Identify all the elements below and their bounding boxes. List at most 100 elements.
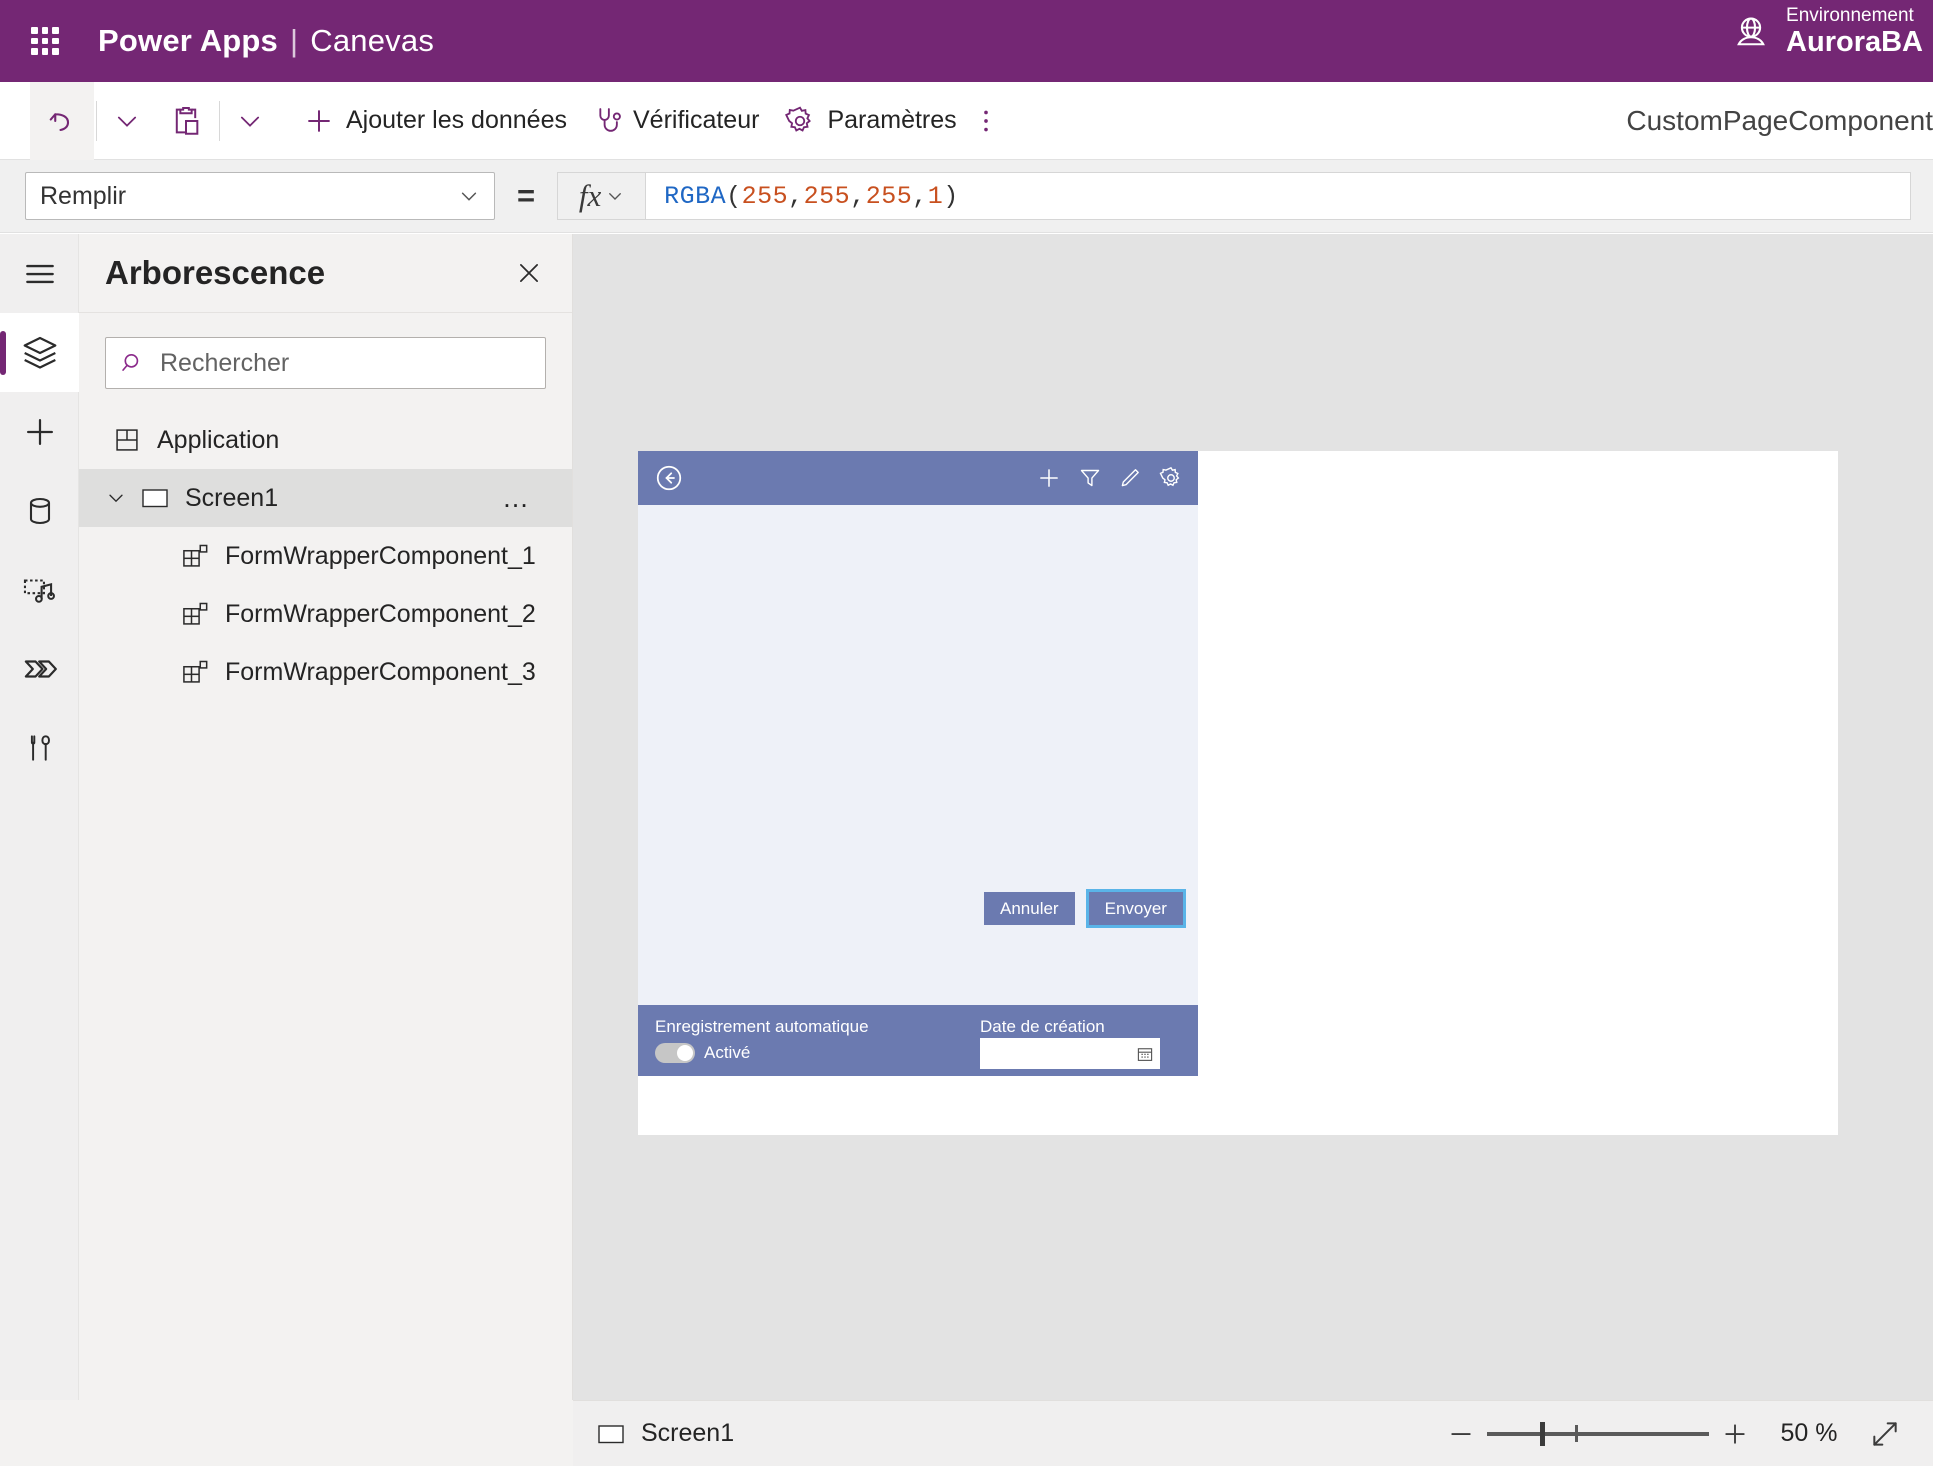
hamburger-menu-icon [25, 264, 54, 283]
page-title: Arborescence [105, 254, 326, 291]
fx-label: fx [578, 178, 602, 213]
pencil-edit-icon[interactable] [1118, 465, 1142, 491]
checker-button[interactable]: Vérificateur [579, 82, 771, 160]
formula-token-punc: , [850, 181, 866, 211]
undo-dropdown-button[interactable] [99, 82, 155, 160]
canvas-workspace[interactable]: Annuler Envoyer Enregistrement automatiq… [573, 234, 1933, 1400]
tree-item-application[interactable]: Application [79, 411, 572, 469]
layers-tree-view-icon [23, 336, 56, 369]
filter-icon[interactable] [1078, 465, 1102, 491]
tree-item-label: FormWrapperComponent_3 [225, 657, 536, 686]
plus-icon [1725, 1423, 1745, 1444]
creation-date-label: Date de création [980, 1017, 1105, 1036]
app-footer-bar: Enregistrement automatique Activé Date d… [638, 1005, 1198, 1076]
equals-sign: = [517, 178, 536, 213]
status-bar-filler [0, 1400, 573, 1466]
tree-item-formwrappercomponent-3[interactable]: FormWrapperComponent_3 [79, 643, 572, 701]
undo-icon [49, 112, 70, 131]
autosave-label: Enregistrement automatique [655, 1017, 869, 1036]
tree-item-screen1[interactable]: Screen1 … [79, 469, 572, 527]
environment-name: AuroraBA [1786, 25, 1923, 58]
gear-icon[interactable] [1158, 465, 1184, 491]
toggle-knob [677, 1045, 693, 1061]
sidebar-item-media[interactable] [0, 550, 79, 629]
power-automate-icon [24, 659, 57, 678]
brand-separator: | [290, 23, 299, 58]
brand-sub-name: Canevas [310, 23, 435, 58]
expand-diagonal-icon [1873, 1421, 1897, 1446]
plus-insert-icon [26, 418, 53, 445]
add-data-button[interactable]: Ajouter les données [290, 82, 579, 160]
component-icon [173, 542, 217, 570]
close-panel-button[interactable] [508, 252, 550, 294]
status-screen-label: Screen1 [641, 1419, 735, 1447]
plus-icon[interactable] [1036, 465, 1062, 491]
left-icon-rail [0, 234, 79, 1400]
sidebar-item-variables[interactable] [0, 708, 79, 787]
app-canvas[interactable]: Annuler Envoyer Enregistrement automatiq… [638, 451, 1838, 1135]
toolbar-divider [96, 100, 97, 141]
app-screen-body[interactable]: Annuler Envoyer [638, 451, 1198, 1005]
zoom-slider-thumb[interactable] [1540, 1421, 1545, 1446]
tree-item-overflow-button[interactable]: … [502, 485, 532, 512]
globe-icon [1737, 17, 1765, 46]
cancel-button[interactable]: Annuler [984, 892, 1075, 925]
tree-item-formwrappercomponent-1[interactable]: FormWrapperComponent_1 [79, 527, 572, 585]
back-arrow-circle-icon[interactable] [654, 463, 684, 493]
fx-button[interactable]: fx [557, 172, 646, 220]
creation-date-field[interactable] [980, 1038, 1160, 1069]
autosave-toggle[interactable] [655, 1043, 695, 1063]
property-select[interactable]: Remplir [25, 172, 495, 220]
chevron-down-icon[interactable] [99, 487, 133, 509]
variables-tools-icon [30, 734, 50, 761]
zoom-out-button[interactable] [1435, 1408, 1487, 1460]
form-action-buttons: Annuler Envoyer [984, 889, 1186, 928]
app-grid-icon [105, 426, 149, 454]
app-launcher-icon[interactable] [18, 14, 72, 68]
settings-button[interactable]: Paramètres [771, 82, 968, 160]
paste-dropdown-button[interactable] [222, 82, 278, 160]
formula-token-fn: RGBA [664, 181, 727, 211]
formula-token-punc: ) [943, 181, 959, 211]
search-input[interactable]: Rechercher [105, 337, 546, 389]
gear-icon [785, 106, 812, 132]
calendar-icon [1137, 1047, 1153, 1061]
plus-icon [308, 109, 330, 132]
paste-button[interactable] [155, 82, 217, 160]
fit-to-screen-button[interactable] [1857, 1408, 1913, 1460]
sidebar-item-insert[interactable] [0, 392, 79, 471]
sidebar-item-tree-view[interactable] [0, 313, 79, 392]
sidebar-item-data[interactable] [0, 471, 79, 550]
settings-label: Paramètres [827, 106, 957, 134]
status-screen-selector[interactable]: Screen1 [597, 1419, 734, 1448]
zoom-level-label: 50 % [1780, 1419, 1838, 1447]
tree-view-panel: Arborescence Rechercher Application Scre… [79, 234, 573, 1400]
formula-token-num: 255 [803, 181, 851, 211]
property-select-value: Remplir [40, 181, 127, 210]
formula-bar: Remplir = fx RGBA(255, 255, 255, 1) [0, 160, 1933, 233]
toolbar-overflow-button[interactable] [969, 82, 1003, 160]
environment-picker[interactable]: Environnement AuroraBA [1730, 5, 1923, 58]
tree-panel-header: Arborescence [79, 234, 572, 313]
tree-item-formwrappercomponent-2[interactable]: FormWrapperComponent_2 [79, 585, 572, 643]
hamburger-menu-button[interactable] [0, 234, 79, 313]
brand-title: Power Apps | Canevas [98, 23, 434, 59]
tree-item-label: Screen1 [185, 483, 279, 512]
command-toolbar: Ajouter les données Vérificateur Paramèt… [0, 81, 1933, 160]
submit-button[interactable]: Envoyer [1085, 889, 1186, 928]
formula-input[interactable]: RGBA(255, 255, 255, 1) [645, 172, 1911, 220]
close-icon [520, 264, 538, 282]
chevron-down-icon [461, 192, 477, 201]
zoom-in-button[interactable] [1709, 1408, 1761, 1460]
tree-item-label: FormWrapperComponent_2 [225, 599, 536, 628]
undo-button[interactable] [30, 81, 94, 160]
sidebar-item-power-automate[interactable] [0, 629, 79, 708]
top-brand-bar: Power Apps | Canevas Environnement AuroraB… [0, 0, 1933, 82]
status-bar: Screen1 50 % [573, 1400, 1933, 1466]
toolbar-divider-2 [219, 100, 220, 141]
zoom-slider[interactable] [1487, 1408, 1709, 1460]
database-data-icon [29, 497, 50, 524]
minus-icon [1451, 1432, 1471, 1435]
screen-rect-icon [133, 486, 177, 510]
formula-token-num: 255 [741, 181, 789, 211]
